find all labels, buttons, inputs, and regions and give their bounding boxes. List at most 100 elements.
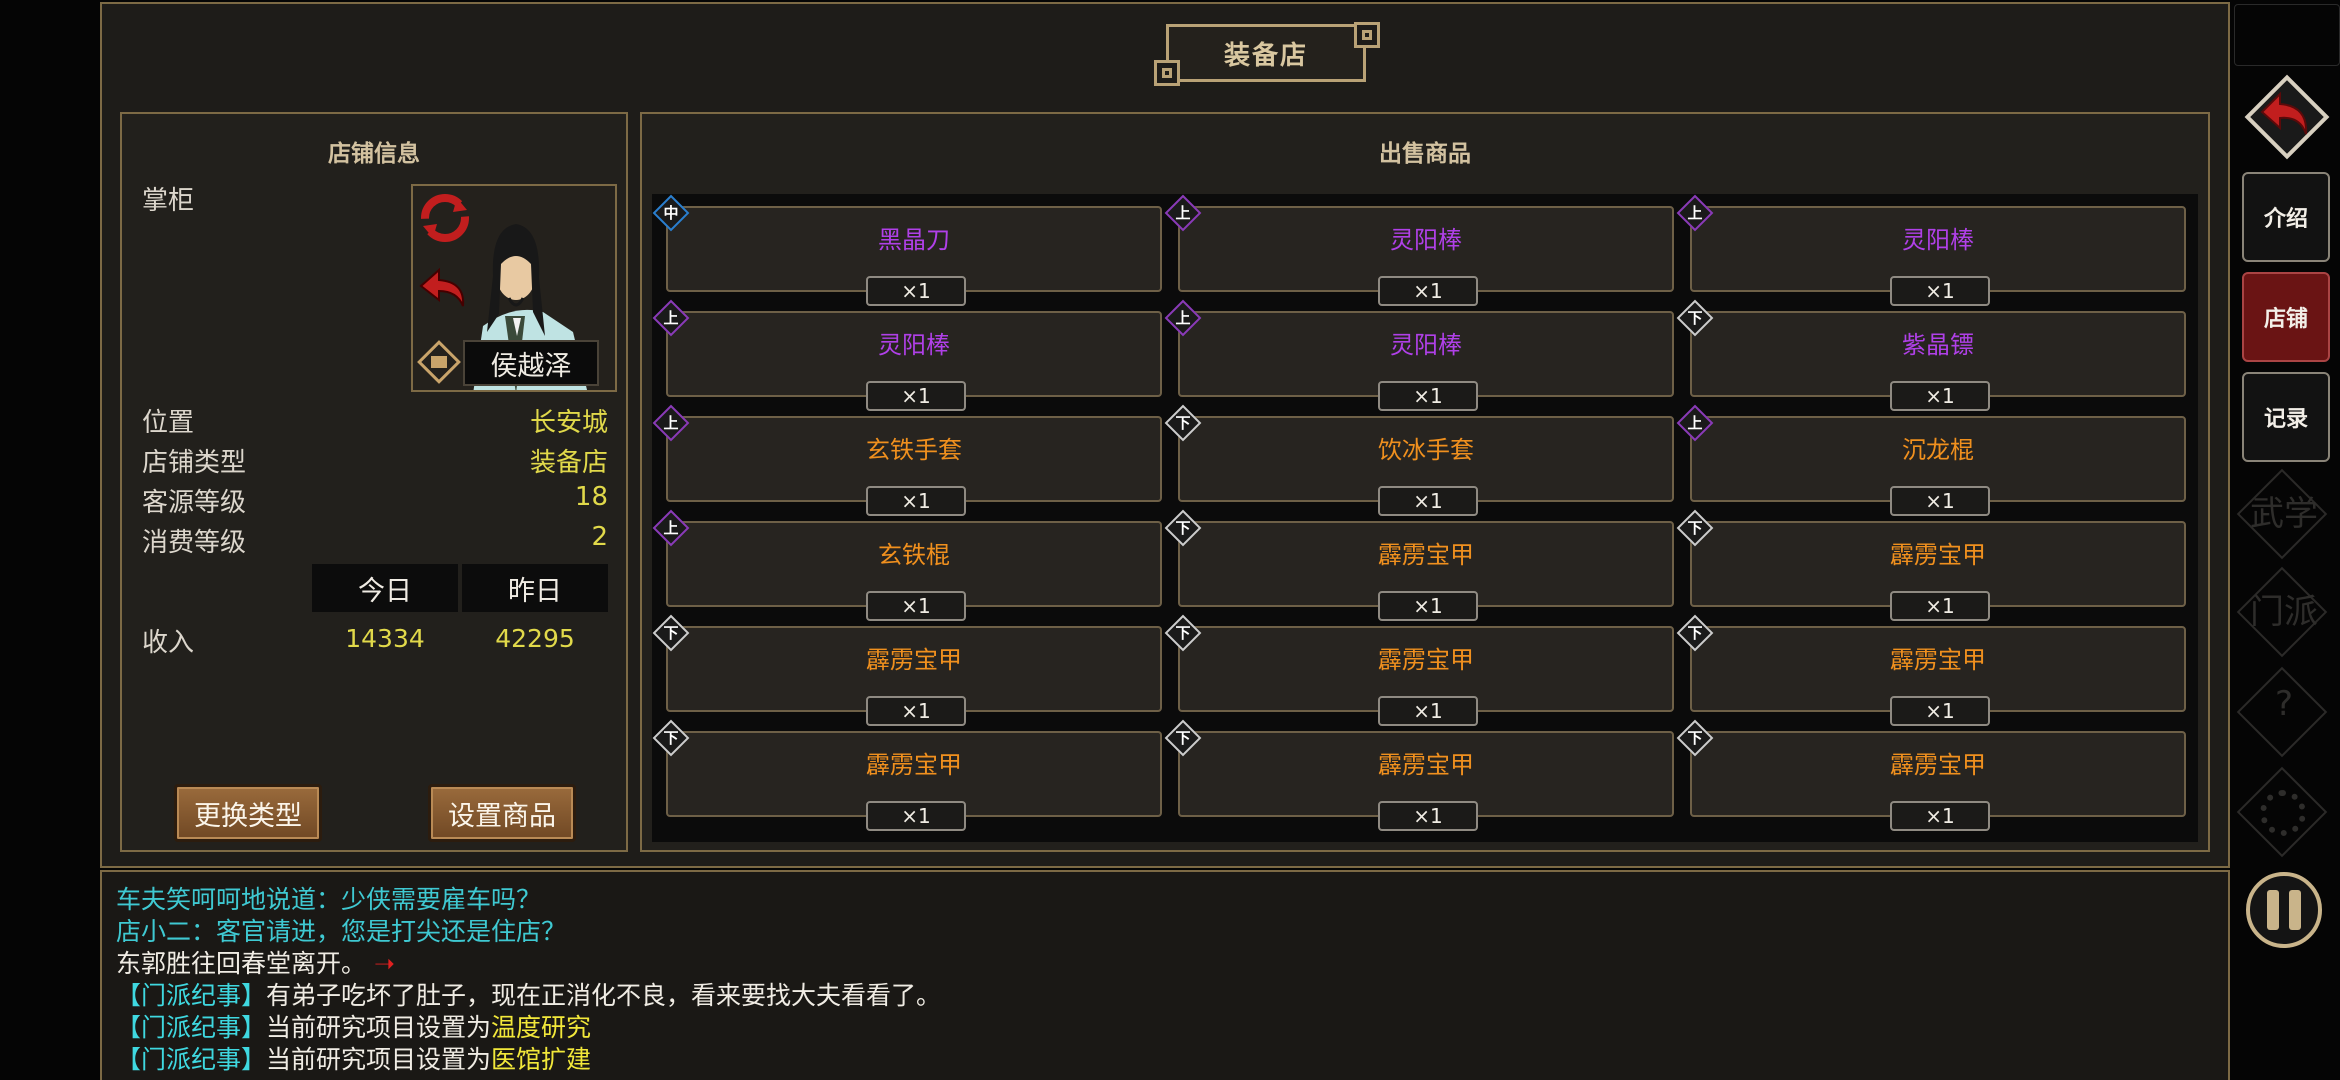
shop-info-heading: 店铺信息 <box>328 141 420 167</box>
tab-shop[interactable]: 店铺 <box>2242 272 2330 362</box>
location-value: 长安城 <box>529 408 608 438</box>
message-log[interactable]: 车夫笑呵呵地说道：少侠需要雇车吗？ 店小二：客官请进，您是打尖还是住店？ 东郭胜… <box>100 870 2230 1080</box>
spending-level-label: 消费等级 <box>142 528 247 558</box>
customer-level-label: 客源等级 <box>142 488 247 518</box>
goods-item[interactable]: 下霹雳宝甲 ×1 <box>1676 509 2186 621</box>
goods-item[interactable]: 下霹雳宝甲 ×1 <box>652 719 1162 831</box>
goods-item[interactable]: 下霹雳宝甲 ×1 <box>1164 614 1674 726</box>
pause-button[interactable] <box>2246 872 2322 948</box>
goods-item[interactable]: 上灵阳棒 ×1 <box>1164 194 1674 306</box>
shop-type-value: 装备店 <box>529 448 608 478</box>
goods-name: 霹雳宝甲 <box>866 751 962 779</box>
goods-name: 霹雳宝甲 <box>1378 541 1474 569</box>
goods-name: 霹雳宝甲 <box>1378 646 1474 674</box>
keeper-name: 侯越泽 <box>490 350 572 382</box>
goods-name: 灵阳棒 <box>1902 226 1974 254</box>
log-line: 店小二：客官请进，您是打尖还是住店？ <box>116 917 567 946</box>
keeper-label: 掌柜 <box>142 186 195 216</box>
goods-quantity: ×1 <box>1378 486 1478 516</box>
set-goods-button[interactable]: 设置商品 <box>428 784 576 842</box>
goods-quantity: ×1 <box>866 696 966 726</box>
log-highlight: 医馆扩建 <box>491 1045 592 1074</box>
tab-record[interactable]: 记录 <box>2242 372 2330 462</box>
goods-quantity: ×1 <box>1890 381 1990 411</box>
goods-quantity: ×1 <box>1378 276 1478 306</box>
goods-name: 灵阳棒 <box>1390 226 1462 254</box>
income-yesterday: 42295 <box>495 624 575 653</box>
goods-item[interactable]: 上灵阳棒 ×1 <box>1164 299 1674 411</box>
top-right-slot <box>2234 4 2340 66</box>
goods-item[interactable]: 下霹雳宝甲 ×1 <box>1164 509 1674 621</box>
log-tag: 【门派纪事】 <box>116 1013 267 1042</box>
title-knot-ornament <box>1354 22 1380 48</box>
pause-icon <box>2267 890 2279 930</box>
log-line: 【门派纪事】当前研究项目设置为医馆扩建 <box>116 1040 591 1076</box>
title-knot-ornament <box>1154 60 1180 86</box>
menpai-disabled-label: 门派 <box>2250 592 2318 632</box>
goods-quantity: ×1 <box>1890 276 1990 306</box>
goods-quantity: ×1 <box>866 486 966 516</box>
goods-item[interactable]: 下紫晶镖 ×1 <box>1676 299 2186 411</box>
help-disabled-icon: ? <box>2274 684 2294 724</box>
refresh-icon[interactable] <box>417 190 473 250</box>
back-arrow-icon[interactable] <box>419 264 471 314</box>
return-arrow-icon <box>2244 74 2330 160</box>
page-title: 装备店 <box>1223 40 1308 71</box>
return-button[interactable] <box>2242 72 2332 166</box>
goods-quantity: ×1 <box>1378 591 1478 621</box>
income-today: 14334 <box>345 624 425 653</box>
goods-item[interactable]: 下霹雳宝甲 ×1 <box>1676 719 2186 831</box>
log-tag: 【门派纪事】 <box>116 1045 267 1074</box>
goods-name: 霹雳宝甲 <box>1378 751 1474 779</box>
shop-type-label: 店铺类型 <box>142 448 247 478</box>
goods-item[interactable]: 上沉龙棍 ×1 <box>1676 404 2186 516</box>
shop-info-panel: 店铺信息 掌柜 侯越泽 位置 长安城 店铺类型 装备店 客源等级 18 消费等级… <box>120 112 628 852</box>
customer-level-value: 18 <box>574 482 608 512</box>
goods-name: 饮冰手套 <box>1378 436 1474 464</box>
goods-name: 沉龙棍 <box>1902 436 1974 464</box>
goods-item[interactable]: 下霹雳宝甲 ×1 <box>1676 614 2186 726</box>
log-highlight: 温度研究 <box>491 1013 592 1042</box>
side-nav: 介绍 店铺 记录 武学 门派 ? <box>2234 0 2340 1080</box>
goods-name: 紫晶镖 <box>1902 331 1974 359</box>
goods-item[interactable]: 下霹雳宝甲 ×1 <box>652 614 1162 726</box>
keeper-portrait: 侯越泽 <box>411 184 617 392</box>
goods-quantity: ×1 <box>1378 696 1478 726</box>
goods-item[interactable]: 上玄铁手套 ×1 <box>652 404 1162 516</box>
log-line: 【门派纪事】有弟子吃坏了肚子，现在正消化不良，看来要找大夫看看了。 <box>116 976 941 1012</box>
goods-name: 霹雳宝甲 <box>1890 541 1986 569</box>
log-line: 车夫笑呵呵地说道：少侠需要雇车吗？ <box>116 885 542 914</box>
red-arrow-icon: ➝ <box>373 949 395 978</box>
log-tag: 【门派纪事】 <box>116 981 267 1010</box>
goods-quantity: ×1 <box>866 591 966 621</box>
income-label: 收入 <box>142 628 195 658</box>
pause-icon <box>2289 890 2301 930</box>
scroll-icon <box>417 340 463 390</box>
goods-quantity: ×1 <box>866 801 966 831</box>
log-line-text: 当前研究项目设置为 <box>266 1045 492 1074</box>
gear-icon <box>2260 790 2306 836</box>
today-header: 今日 <box>312 564 458 612</box>
goods-item[interactable]: 上玄铁棍 ×1 <box>652 509 1162 621</box>
goods-name: 玄铁手套 <box>866 436 962 464</box>
goods-quantity: ×1 <box>1890 486 1990 516</box>
goods-heading: 出售商品 <box>1379 141 1471 167</box>
goods-item[interactable]: 上灵阳棒 ×1 <box>1676 194 2186 306</box>
goods-quantity: ×1 <box>1890 696 1990 726</box>
spending-level-value: 2 <box>591 522 608 552</box>
wuxue-disabled-label: 武学 <box>2250 494 2318 534</box>
goods-quantity: ×1 <box>1378 801 1478 831</box>
main-panel: 装备店 店铺信息 掌柜 侯越泽 位置 长安城 店铺类型 装备店 客源等级 18 … <box>100 2 2230 868</box>
goods-item[interactable]: 下饮冰手套 ×1 <box>1164 404 1674 516</box>
keeper-name-plate: 侯越泽 <box>463 340 599 386</box>
log-line-text: 东郭胜往回春堂离开。 <box>116 949 367 978</box>
tab-intro[interactable]: 介绍 <box>2242 172 2330 262</box>
goods-panel: 出售商品 中黑晶刀 ×1 上灵阳棒 ×1 上灵阳棒 ×1 上灵阳棒 ×1 上灵阳棒 ×1 下紫晶镖 ×… <box>640 112 2210 852</box>
log-line: 东郭胜往回春堂离开。 ➝ <box>116 944 395 980</box>
goods-quantity: ×1 <box>1890 591 1990 621</box>
change-type-button[interactable]: 更换类型 <box>174 784 322 842</box>
goods-name: 霹雳宝甲 <box>1890 751 1986 779</box>
goods-item[interactable]: 中黑晶刀 ×1 <box>652 194 1162 306</box>
goods-item[interactable]: 下霹雳宝甲 ×1 <box>1164 719 1674 831</box>
goods-item[interactable]: 上灵阳棒 ×1 <box>652 299 1162 411</box>
